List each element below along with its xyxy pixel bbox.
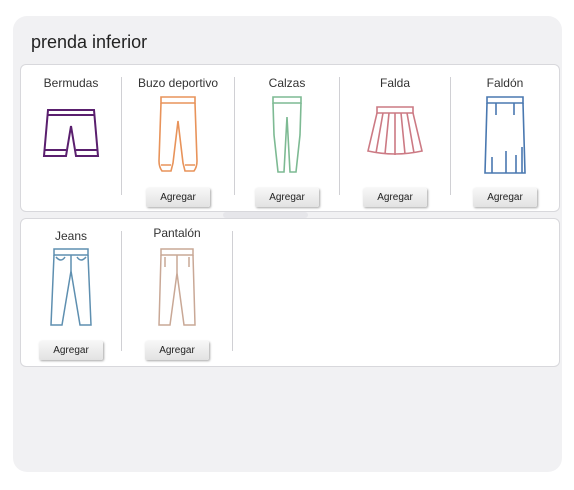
- trousers-icon: [158, 248, 196, 326]
- item-calzas: Calzas Agregar: [235, 65, 339, 211]
- long-skirt-icon: [484, 96, 526, 174]
- jeans-icon: [50, 248, 92, 326]
- item-label: Falda: [379, 76, 411, 90]
- sweatpants-icon: [158, 96, 198, 172]
- item-label: Pantalón: [153, 226, 201, 240]
- add-buzo-deportivo-button[interactable]: Agregar: [146, 188, 210, 207]
- add-faldon-button[interactable]: Agregar: [473, 188, 537, 207]
- divider: [232, 231, 233, 351]
- shorts-icon: [42, 109, 100, 157]
- item-label: Bermudas: [43, 76, 99, 90]
- panel-title: prenda inferior: [31, 32, 148, 52]
- add-calzas-button[interactable]: Agregar: [255, 188, 319, 207]
- item-row-2: Jeans Agregar Pantalón Agregar: [20, 218, 560, 367]
- item-label: Faldón: [486, 76, 524, 90]
- item-buzo-deportivo: Buzo deportivo Agregar: [122, 65, 234, 211]
- item-label: Calzas: [268, 76, 306, 90]
- item-pantalon: Pantalón Agregar: [122, 219, 232, 366]
- item-bermudas: Bermudas: [21, 65, 121, 211]
- item-jeans: Jeans Agregar: [21, 219, 121, 366]
- item-falda: Falda Agregar: [340, 65, 450, 211]
- item-label: Jeans: [54, 229, 88, 243]
- item-faldon: Faldón Agregar: [451, 65, 559, 211]
- add-pantalon-button[interactable]: Agregar: [145, 341, 209, 360]
- item-row-1: Bermudas Buzo deportivo Agregar Calzas A…: [20, 64, 560, 212]
- add-jeans-button[interactable]: Agregar: [39, 341, 103, 360]
- clothing-panel: prenda inferior Bermudas Buzo deportivo: [13, 16, 562, 472]
- skirt-icon: [367, 106, 423, 155]
- add-falda-button[interactable]: Agregar: [363, 188, 427, 207]
- leggings-icon: [272, 96, 302, 173]
- item-label: Buzo deportivo: [137, 76, 219, 90]
